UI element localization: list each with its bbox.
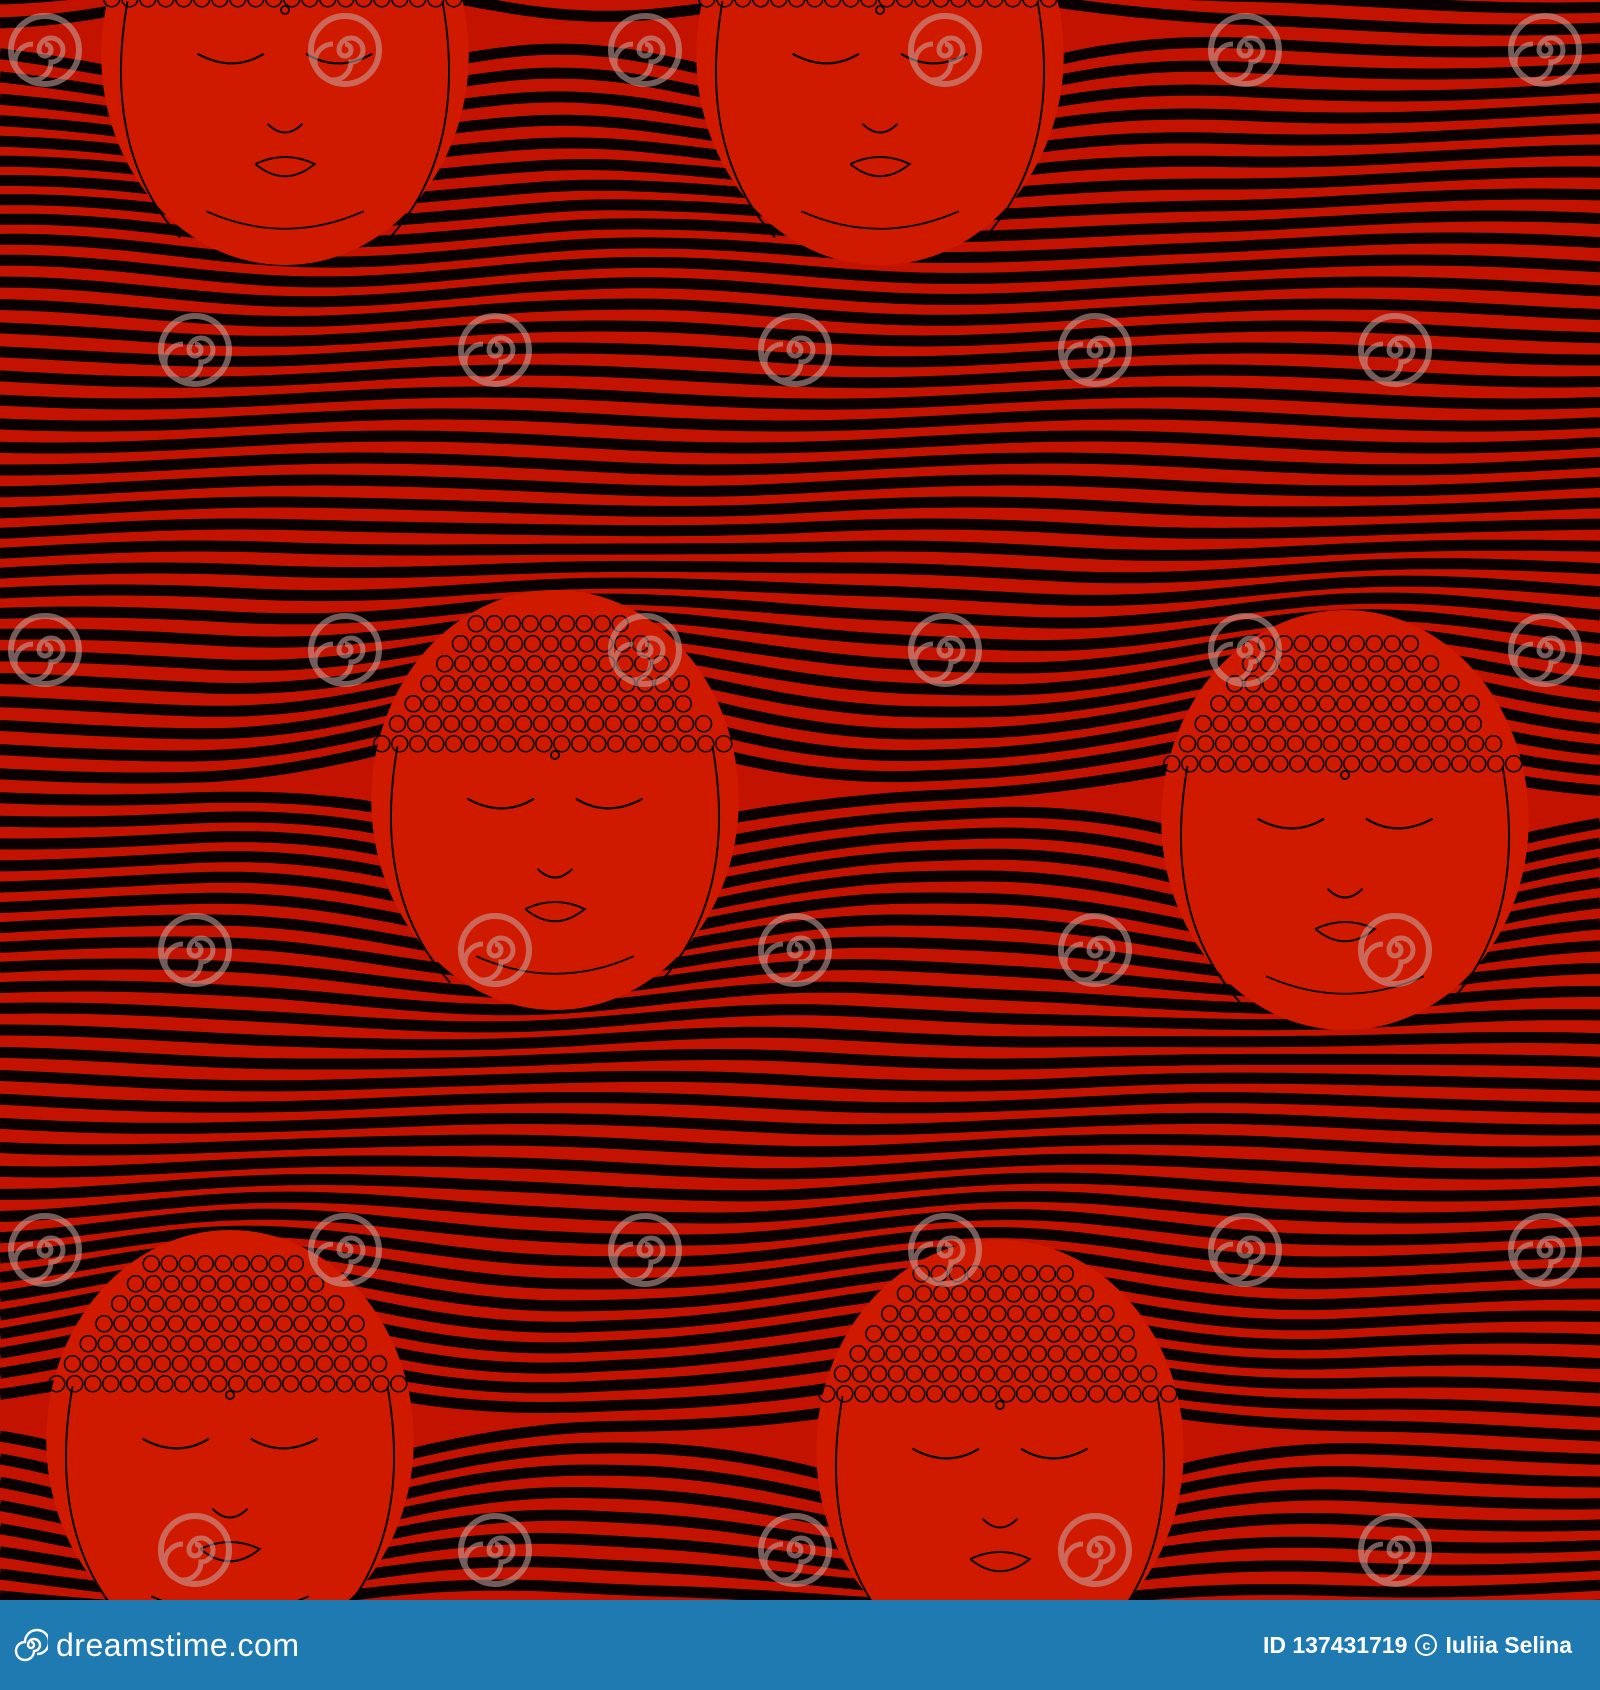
buddha-stripe-pattern: [0, 0, 1600, 1600]
site-logo-text: dreamstime.com: [56, 1626, 300, 1663]
image-credit: ID 137431719 c Iuliia Selina: [1263, 1632, 1572, 1659]
footer-brand[interactable]: dreamstime.com: [14, 1627, 300, 1664]
stock-image: [0, 0, 1600, 1600]
author-name: Iuliia Selina: [1445, 1631, 1572, 1658]
copyright-icon: c: [1415, 1634, 1438, 1656]
footer-bar: dreamstime.com ID 137431719 c Iuliia Sel…: [0, 1600, 1600, 1690]
image-id: ID 137431719: [1262, 1631, 1408, 1658]
dreamstime-logo-icon: [14, 1628, 48, 1662]
buddha-head-3: [371, 590, 739, 1010]
